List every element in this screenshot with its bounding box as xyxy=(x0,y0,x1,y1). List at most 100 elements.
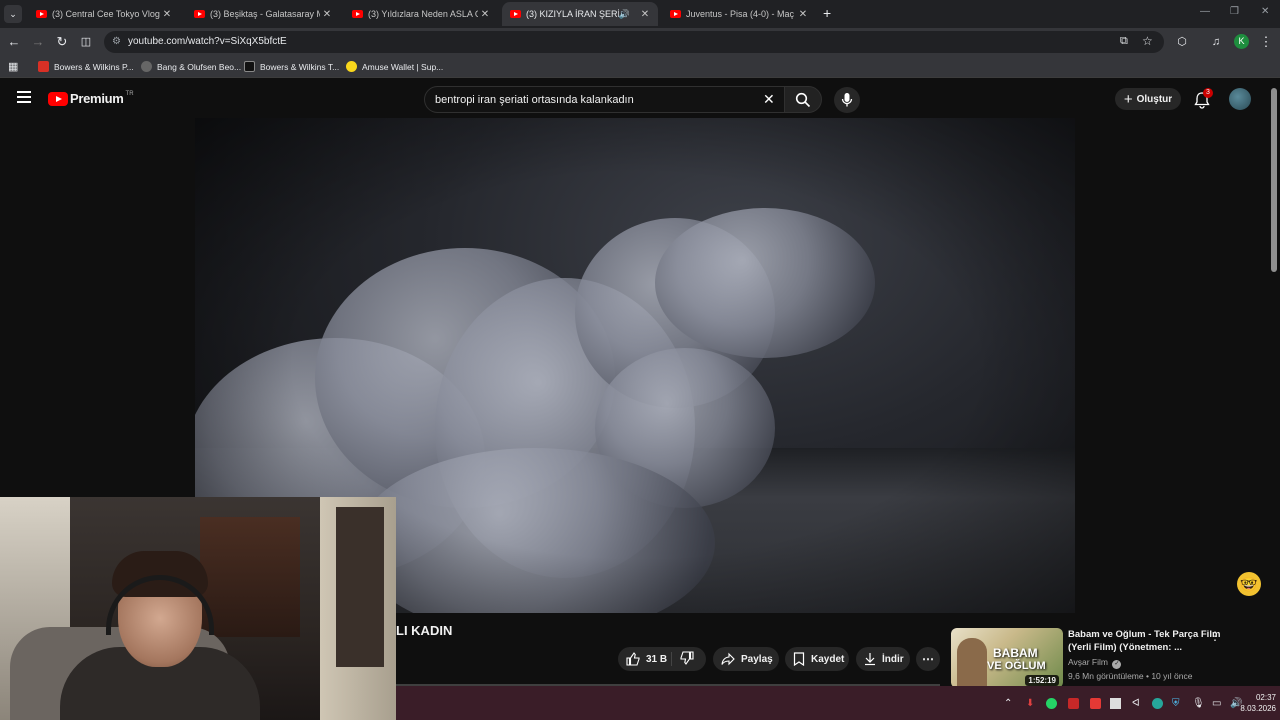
page-scrollbar[interactable] xyxy=(1271,88,1277,272)
clear-search-icon[interactable]: ✕ xyxy=(763,91,775,108)
microphone-tray-icon[interactable]: 🎙 xyxy=(1192,698,1205,709)
show-hidden-icons-icon[interactable]: ⌃ xyxy=(1004,698,1012,709)
bookmark-favicon-icon xyxy=(346,61,357,72)
youtube-favicon-icon xyxy=(510,10,521,18)
bookmark-item[interactable]: Amuse Wallet | Sup... xyxy=(346,61,443,72)
microphone-icon xyxy=(841,93,853,107)
browser-tab-active[interactable]: (3) KIZIYLA İRAN ŞERİATININ 🔊 ✕ xyxy=(502,2,658,26)
site-info-icon[interactable]: ⚙ xyxy=(112,36,121,47)
bookmark-favicon-icon xyxy=(38,61,49,72)
bookmark-item[interactable]: Bowers & Wilkins P... xyxy=(38,61,134,72)
close-tab-icon[interactable]: ✕ xyxy=(160,9,174,20)
clock[interactable]: 02:37 8.03.2026 xyxy=(1232,692,1276,714)
side-panel-icon[interactable]: ◫ xyxy=(78,34,94,50)
browser-tab[interactable]: Juventus - Pisa (4-0) - Maç Özet ✕ xyxy=(662,2,816,26)
more-horizontal-icon: ⋯ xyxy=(922,652,934,666)
bookmark-favicon-icon xyxy=(244,61,255,72)
tray-app-icon[interactable]: ᐊ xyxy=(1132,698,1140,709)
audio-playing-icon[interactable]: 🔊 xyxy=(619,9,630,20)
close-window-icon[interactable]: ✕ xyxy=(1261,6,1269,17)
thumbs-up-icon xyxy=(626,652,640,666)
browser-tab[interactable]: (3) Beşiktaş - Galatasaray Maç Ö ✕ xyxy=(186,2,340,26)
tab-search-button[interactable]: ⌄ xyxy=(4,5,22,23)
more-actions-button[interactable]: ⋯ xyxy=(916,647,940,671)
youtube-logo[interactable]: Premium TR xyxy=(48,91,134,106)
tray-app-icon[interactable] xyxy=(1152,698,1163,709)
like-button[interactable]: 31 B xyxy=(618,652,672,666)
browser-menu-icon[interactable]: ⋮ xyxy=(1258,34,1274,50)
notification-badge: 3 xyxy=(1203,88,1213,98)
search-input[interactable]: bentropi iran şeriati ortasında kalankad… xyxy=(424,86,786,113)
duration-badge: 1:52:19 xyxy=(1025,675,1059,686)
tray-app-icon[interactable] xyxy=(1090,698,1101,709)
recommended-meta: 9,6 Mn görüntüleme • 10 yıl önce xyxy=(1068,671,1193,681)
share-button[interactable]: Paylaş xyxy=(713,647,779,671)
like-dislike-group: 31 B xyxy=(618,647,706,671)
search-button[interactable] xyxy=(784,86,822,113)
youtube-header: Premium TR bentropi iran şeriati ortasın… xyxy=(0,80,1280,118)
share-icon xyxy=(721,652,735,666)
webcam-overlay xyxy=(0,497,396,720)
windows-taskbar: ⌃ ⬇ ᐊ ⛨ 🎙 ▭ 🔊 02:37 8.03.2026 xyxy=(396,686,1280,720)
notifications-button[interactable]: 3 xyxy=(1192,88,1213,110)
bookmark-item[interactable]: Bang & Olufsen Beo... xyxy=(141,61,241,72)
url-text[interactable]: youtube.com/watch?v=SiXqX5bfctE xyxy=(128,36,287,47)
network-icon[interactable]: ▭ xyxy=(1212,698,1221,709)
tray-app-icon[interactable] xyxy=(1110,698,1121,709)
youtube-favicon-icon xyxy=(352,10,363,18)
back-icon[interactable]: ← xyxy=(6,34,22,50)
close-tab-icon[interactable]: ✕ xyxy=(320,9,334,20)
voice-search-button[interactable] xyxy=(834,87,860,113)
recommended-video-item[interactable]: BABAM VE OĞLUM 1:52:19 Babam ve Oğlum - … xyxy=(951,628,1269,688)
reload-icon[interactable]: ↻ xyxy=(54,34,70,50)
install-app-icon[interactable]: ⧉ xyxy=(1120,35,1128,48)
download-button[interactable]: İndir xyxy=(856,647,910,671)
bookmark-item[interactable]: Bowers & Wilkins T... xyxy=(244,61,339,72)
floating-emoji-icon[interactable]: 🤓 xyxy=(1237,572,1261,596)
security-shield-icon[interactable]: ⛨ xyxy=(1172,698,1180,709)
browser-toolbar: ← → ↻ ◫ ⚙ youtube.com/watch?v=SiXqX5bfct… xyxy=(0,28,1280,56)
create-button[interactable]: + Oluştur xyxy=(1115,88,1181,110)
browser-tab[interactable]: (3) Central Cee Tokyo Vlog 🇯🇵 | C ✕ xyxy=(28,2,180,26)
tray-app-icon[interactable]: ⬇ xyxy=(1026,698,1034,709)
account-avatar[interactable] xyxy=(1229,88,1251,110)
close-tab-icon[interactable]: ✕ xyxy=(478,9,492,20)
recommended-channel[interactable]: Avşar Film ✓ xyxy=(1068,657,1122,669)
download-icon xyxy=(865,653,875,666)
recommended-title[interactable]: Babam ve Oğlum - Tek Parça Film (Yerli F… xyxy=(1068,628,1228,654)
media-controls-icon[interactable]: ♫ xyxy=(1208,34,1224,50)
restore-window-icon[interactable]: ❐ xyxy=(1230,6,1239,17)
close-tab-icon[interactable]: ✕ xyxy=(796,9,810,20)
address-bar[interactable]: ⚙ youtube.com/watch?v=SiXqX5bfctE ⧉ ☆ xyxy=(104,31,1164,53)
logo-text: Premium xyxy=(70,91,124,106)
youtube-play-icon xyxy=(48,91,68,106)
webcam-shelf-shape xyxy=(200,517,300,637)
bookmark-star-icon[interactable]: ☆ xyxy=(1142,34,1153,48)
logo-region: TR xyxy=(125,90,134,97)
youtube-favicon-icon xyxy=(36,10,47,18)
close-tab-icon[interactable]: ✕ xyxy=(638,9,652,20)
new-tab-icon[interactable]: + xyxy=(823,5,831,21)
recommended-thumbnail[interactable]: BABAM VE OĞLUM 1:52:19 xyxy=(951,628,1063,688)
save-button[interactable]: Kaydet xyxy=(785,647,849,671)
tray-app-icon[interactable] xyxy=(1068,698,1079,709)
thumbnail-text: VE OĞLUM xyxy=(987,660,1046,672)
youtube-favicon-icon xyxy=(670,10,681,18)
bookmark-favicon-icon xyxy=(141,61,152,72)
search-icon xyxy=(795,92,811,108)
forward-icon[interactable]: → xyxy=(30,34,46,50)
extensions-icon[interactable]: ⬡ xyxy=(1174,34,1190,50)
apps-grid-icon[interactable]: ▦ xyxy=(8,60,18,73)
video-title: LI KADIN xyxy=(396,623,453,638)
whatsapp-icon[interactable] xyxy=(1046,698,1057,709)
profile-avatar[interactable]: K xyxy=(1234,34,1249,49)
bookmarks-bar: ▦ Bowers & Wilkins P... Bang & Olufsen B… xyxy=(0,56,1280,78)
minimize-window-icon[interactable]: — xyxy=(1200,6,1210,17)
more-vertical-icon[interactable]: ⋮ xyxy=(1209,629,1221,643)
plus-icon: + xyxy=(1123,90,1133,108)
browser-tab[interactable]: (3) Yıldızlara Neden ASLA Gidem ✕ xyxy=(344,2,498,26)
verified-icon: ✓ xyxy=(1112,660,1122,669)
webcam-door-shape xyxy=(336,507,384,667)
dislike-button[interactable] xyxy=(672,650,694,668)
hamburger-menu-icon[interactable] xyxy=(17,91,31,103)
